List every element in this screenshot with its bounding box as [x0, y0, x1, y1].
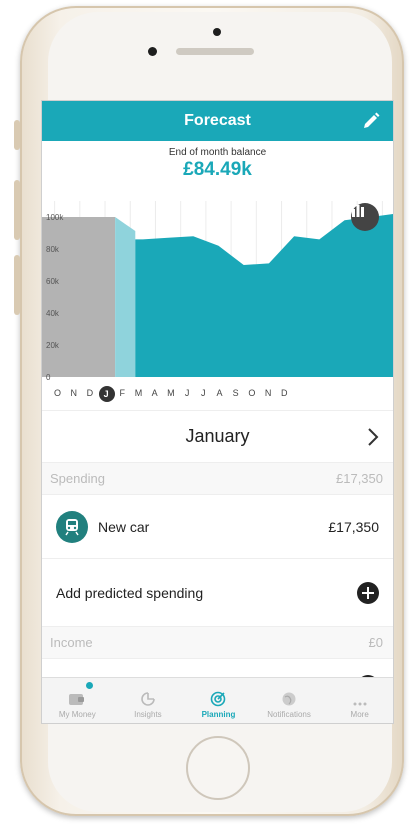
- item-amount: £17,350: [328, 518, 379, 535]
- tab-label: My Money: [58, 710, 96, 719]
- y-tick-label: 20k: [46, 341, 60, 350]
- data-point: [268, 263, 269, 264]
- tab-notifications[interactable]: Notifications: [254, 678, 325, 723]
- data-point: [243, 265, 244, 266]
- y-tick-label: 60k: [46, 277, 60, 286]
- spending-label: Spending: [50, 471, 105, 486]
- income-total: £0: [368, 635, 383, 650]
- month-11[interactable]: S: [228, 388, 244, 398]
- month-6[interactable]: A: [147, 388, 163, 398]
- y-tick-label: 80k: [46, 245, 60, 254]
- tab-label: Notifications: [267, 710, 311, 719]
- month-0[interactable]: O: [50, 388, 66, 398]
- month-8[interactable]: J: [180, 388, 196, 398]
- notification-dot: [86, 682, 93, 689]
- month-3[interactable]: J: [98, 386, 115, 402]
- data-point: [294, 236, 295, 237]
- month-selector: ONDJFMAMJJASOND: [42, 381, 393, 411]
- bar-chart-icon: [352, 205, 364, 217]
- home-button[interactable]: [186, 736, 250, 800]
- mute-switch: [14, 120, 20, 150]
- chart-svg: 100k 80k 60k 40k 20k 0: [42, 201, 393, 381]
- insights-icon: [141, 692, 155, 706]
- data-point: [142, 239, 143, 240]
- add-spending-label: Add predicted spending: [56, 584, 204, 601]
- tab-more[interactable]: More: [324, 678, 393, 723]
- income-section-header: Income £0: [42, 627, 393, 659]
- month-4[interactable]: F: [115, 388, 131, 398]
- spending-total: £17,350: [336, 471, 383, 486]
- spending-section-header: Spending £17,350: [42, 463, 393, 495]
- balance-label: End of month balance: [168, 147, 267, 158]
- month-5[interactable]: M: [131, 388, 147, 398]
- month-7[interactable]: M: [163, 388, 179, 398]
- data-point: [193, 236, 194, 237]
- data-point: [344, 220, 345, 221]
- month-10[interactable]: A: [212, 388, 228, 398]
- page-title: Forecast: [184, 112, 251, 129]
- tab-planning[interactable]: Planning: [183, 678, 254, 723]
- chevron-right-icon[interactable]: [367, 427, 379, 447]
- tab-label: More: [350, 710, 369, 719]
- add-spending-icon[interactable]: [357, 581, 379, 604]
- tab-my-money[interactable]: My Money: [42, 678, 113, 723]
- data-point: [117, 217, 118, 218]
- more-icon: [353, 702, 367, 706]
- month-header: January: [42, 411, 393, 463]
- month-13[interactable]: N: [261, 388, 277, 398]
- header: Forecast: [42, 101, 393, 141]
- month-1[interactable]: N: [66, 388, 82, 398]
- history-area: [42, 217, 116, 377]
- month-2[interactable]: D: [82, 388, 98, 398]
- globe-icon: [282, 692, 296, 706]
- data-point: [218, 245, 219, 246]
- balance-summary: End of month balance £84.49k: [42, 141, 393, 195]
- pencil-icon[interactable]: [361, 111, 381, 131]
- month-12[interactable]: O: [244, 388, 260, 398]
- balance-value: £84.49k: [183, 159, 252, 180]
- target-icon: [211, 691, 226, 707]
- data-point: [92, 217, 93, 218]
- speaker: [176, 48, 254, 55]
- wallet-icon: [69, 694, 85, 705]
- volume-up-button: [14, 180, 20, 240]
- current-month-area: [115, 217, 136, 377]
- income-label: Income: [50, 635, 93, 650]
- data-point: [67, 217, 68, 218]
- stage: Forecast End of month balance £84.49k 10…: [0, 0, 412, 824]
- app-screen: Forecast End of month balance £84.49k 10…: [41, 100, 394, 724]
- forecast-chart[interactable]: 100k 80k 60k 40k 20k 0: [42, 195, 393, 381]
- tab-label: Planning: [201, 710, 236, 719]
- train-icon: [56, 510, 88, 543]
- item-name: New car: [98, 518, 150, 535]
- y-tick-label: 100k: [46, 213, 64, 222]
- add-spending-row[interactable]: Add predicted spending: [42, 559, 393, 627]
- month-14[interactable]: D: [277, 388, 293, 398]
- month-9[interactable]: J: [196, 388, 212, 398]
- tab-label: Insights: [134, 710, 162, 719]
- y-tick-label: 0: [46, 373, 51, 381]
- selected-month: January: [185, 426, 250, 446]
- forecast-area: [135, 214, 393, 377]
- tab-bar: My Money Insights Planning Notifications…: [42, 677, 393, 723]
- data-point: [319, 239, 320, 240]
- front-camera: [148, 47, 157, 56]
- data-point: [168, 237, 169, 238]
- spending-item[interactable]: New car £17,350: [42, 495, 393, 559]
- y-tick-label: 40k: [46, 309, 60, 318]
- camera: [213, 28, 221, 36]
- tab-insights[interactable]: Insights: [113, 678, 184, 723]
- chart-toggle-button[interactable]: [351, 203, 379, 231]
- volume-down-button: [14, 255, 20, 315]
